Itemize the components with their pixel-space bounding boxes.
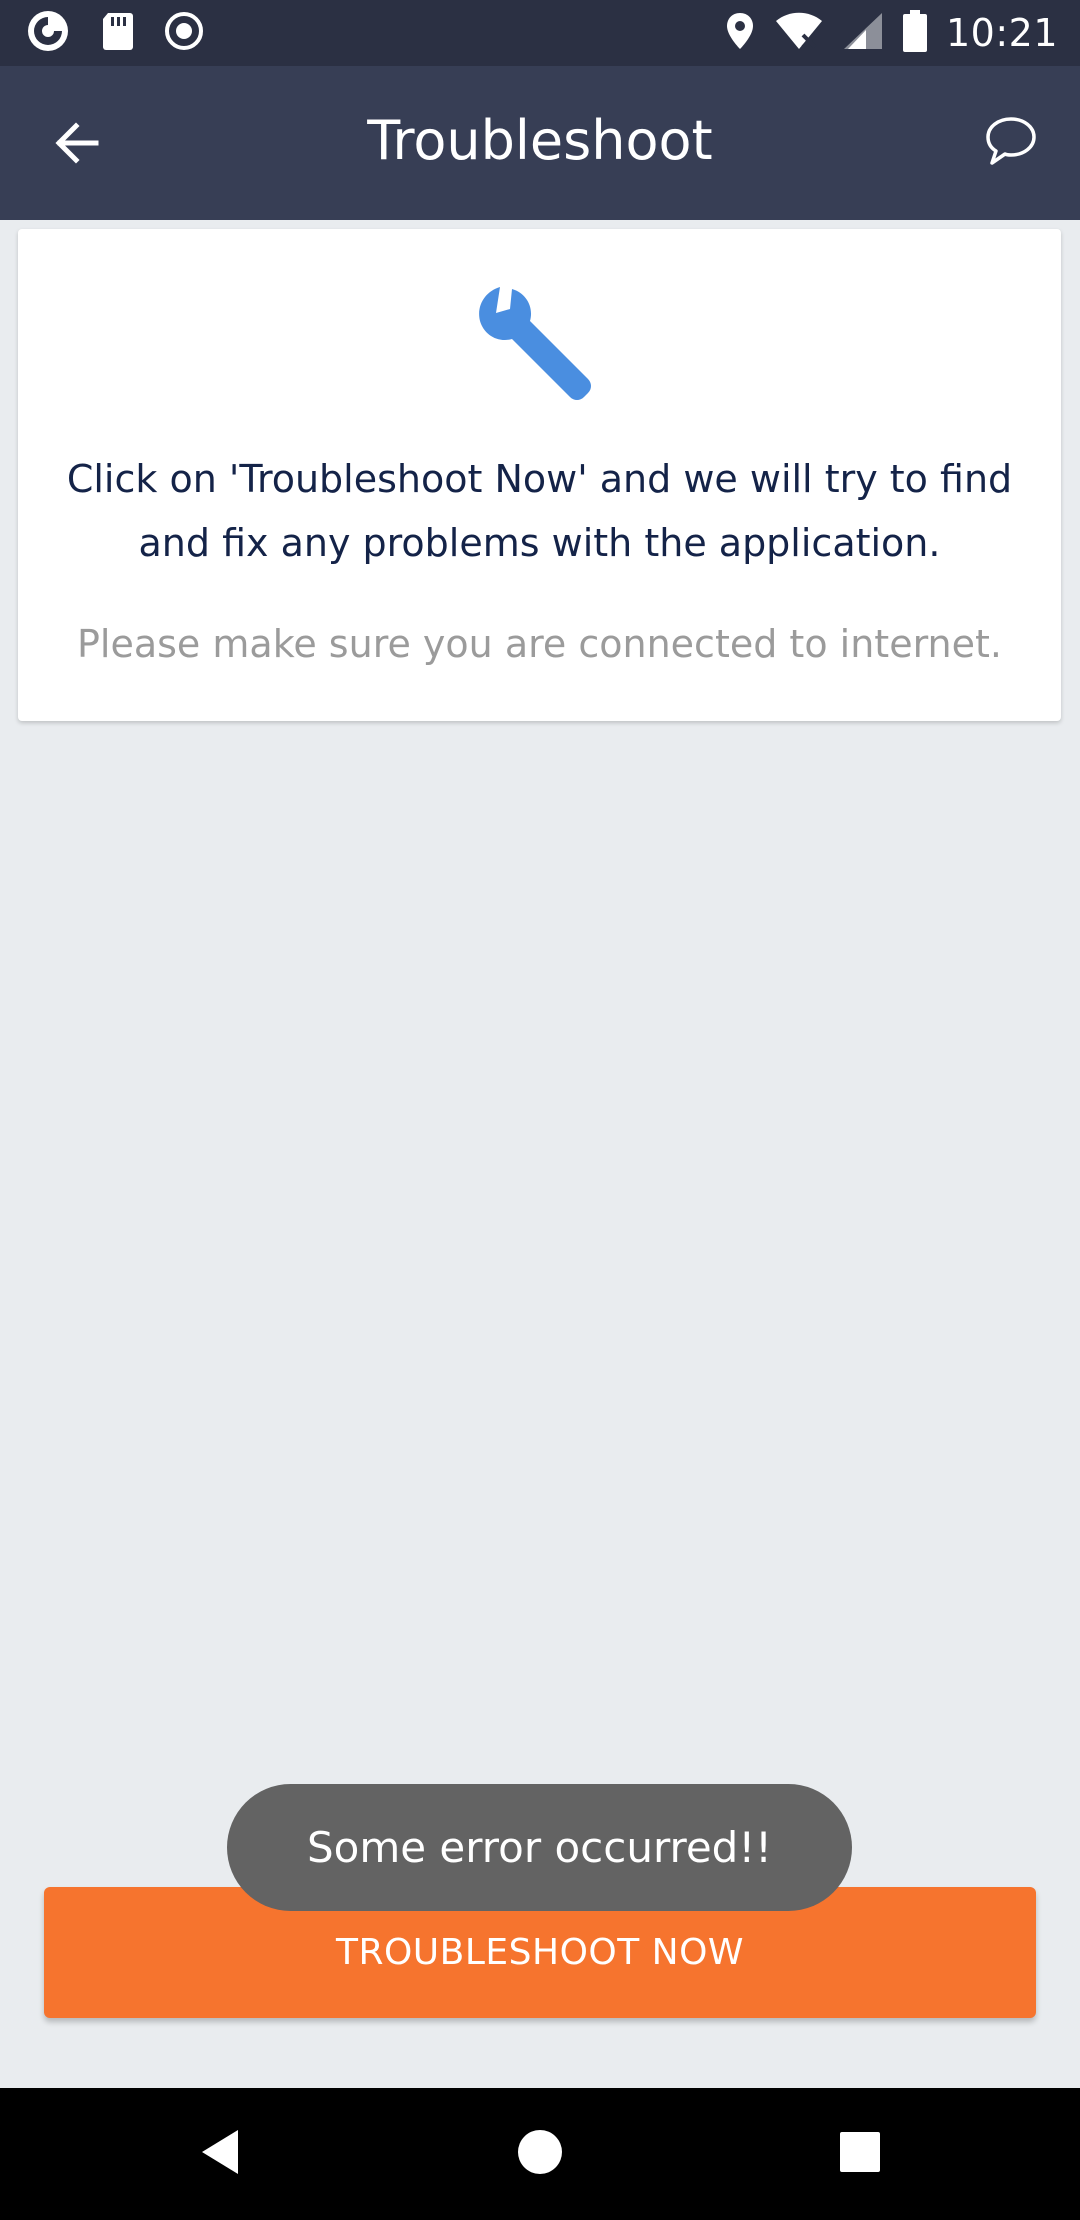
app-bar: Troubleshoot — [0, 66, 1080, 220]
location-icon — [724, 11, 756, 55]
record-icon — [164, 11, 204, 55]
arrow-left-icon — [52, 118, 102, 172]
system-nav-bar — [0, 2088, 1080, 2220]
status-right-icons: 10:21 — [724, 10, 1058, 56]
nav-recents-button[interactable] — [824, 2118, 896, 2190]
battery-icon — [902, 10, 928, 56]
status-clock: 10:21 — [945, 11, 1058, 55]
app-logo-icon — [24, 7, 72, 59]
wifi-icon — [774, 11, 824, 55]
nav-home-button[interactable] — [504, 2118, 576, 2190]
chat-button[interactable] — [976, 108, 1046, 178]
nav-back-button[interactable] — [184, 2118, 256, 2190]
status-bar: 10:21 — [0, 0, 1080, 66]
page-title: Troubleshoot — [367, 109, 713, 172]
error-toast: Some error occurred!! — [227, 1784, 852, 1911]
back-triangle-icon — [198, 2128, 242, 2180]
chat-bubble-icon — [983, 113, 1039, 173]
connection-note: Please make sure you are connected to in… — [77, 622, 1002, 666]
recents-square-icon — [838, 2130, 882, 2178]
signal-icon — [842, 11, 884, 55]
wrench-icon — [470, 277, 600, 407]
home-circle-icon — [516, 2128, 564, 2180]
troubleshoot-message: Click on 'Troubleshoot Now' and we will … — [66, 457, 1013, 565]
sd-card-icon — [100, 11, 136, 55]
troubleshoot-info-card: Click on 'Troubleshoot Now' and we will … — [18, 229, 1061, 721]
back-button[interactable] — [42, 110, 112, 180]
status-left-icons — [24, 10, 204, 56]
